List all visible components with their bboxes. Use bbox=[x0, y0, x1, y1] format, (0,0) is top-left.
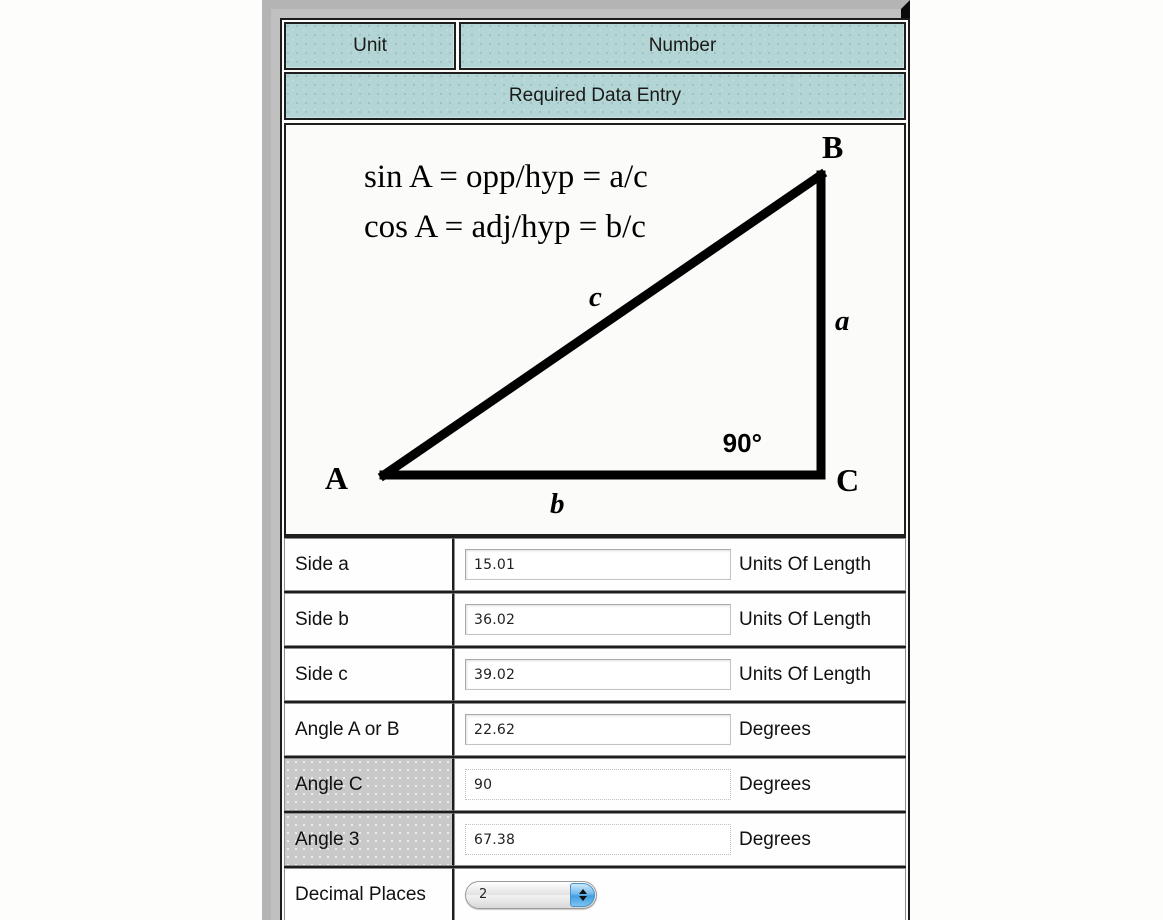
table-row: Angle C 90 Degrees bbox=[284, 756, 906, 811]
row-label-side-c: Side c bbox=[284, 648, 454, 701]
side-a-input[interactable]: 15.01 bbox=[465, 549, 731, 580]
vertex-label-c: C bbox=[836, 462, 859, 498]
row-label-decimal-places: Decimal Places bbox=[284, 868, 454, 920]
table-row: Side a 15.01 Units Of Length bbox=[284, 536, 906, 591]
header-number-label: Number bbox=[648, 35, 717, 56]
formula-cos: cos A = adj/hyp = b/c bbox=[364, 209, 646, 245]
row-value-angle-3: 67.38 Degrees bbox=[454, 813, 906, 866]
unit-label-angle-c: Degrees bbox=[739, 773, 811, 795]
label-text: Angle A or B bbox=[295, 718, 400, 740]
vertex-label-a: A bbox=[325, 460, 348, 496]
column-header-row: Unit Number bbox=[282, 20, 908, 72]
input-value: 90 bbox=[474, 776, 493, 793]
required-data-entry-banner: Required Data Entry bbox=[284, 72, 906, 120]
row-label-side-a: Side a bbox=[284, 538, 454, 591]
formula-sin: sin A = opp/hyp = a/c bbox=[364, 159, 648, 195]
unit-label-side-b: Units Of Length bbox=[739, 608, 872, 630]
side-label-a: a bbox=[835, 305, 850, 337]
label-text: Angle 3 bbox=[295, 828, 360, 850]
right-triangle-diagram: sin A = opp/hyp = a/c cos A = adj/hyp = … bbox=[284, 123, 906, 536]
row-value-angle-a-or-b: 22.62 Degrees bbox=[454, 703, 906, 756]
table-row: Side c 39.02 Units Of Length bbox=[284, 646, 906, 701]
row-label-side-b: Side b bbox=[284, 593, 454, 646]
header-unit-cell: Unit bbox=[284, 22, 456, 70]
angle-c-input[interactable]: 90 bbox=[465, 769, 731, 800]
decimal-places-value: 2 bbox=[479, 887, 488, 902]
side-c-input[interactable]: 39.02 bbox=[465, 659, 731, 690]
input-value: 36.02 bbox=[474, 611, 516, 628]
angle-3-input[interactable]: 67.38 bbox=[465, 824, 731, 855]
row-label-angle-a-or-b: Angle A or B bbox=[284, 703, 454, 756]
table-row: Angle A or B 22.62 Degrees bbox=[284, 701, 906, 756]
input-value: 67.38 bbox=[474, 831, 516, 848]
header-unit-label: Unit bbox=[353, 35, 387, 56]
row-value-side-b: 36.02 Units Of Length bbox=[454, 593, 906, 646]
unit-label-side-c: Units Of Length bbox=[739, 663, 872, 685]
angle-a-or-b-input[interactable]: 22.62 bbox=[465, 714, 731, 745]
row-label-angle-3: Angle 3 bbox=[284, 813, 454, 866]
page-root: Unit Number Required Data Entry sin A = … bbox=[0, 0, 1163, 920]
required-data-entry-label: Required Data Entry bbox=[508, 85, 682, 106]
input-value: 39.02 bbox=[474, 666, 516, 683]
label-text: Side b bbox=[295, 608, 349, 630]
calculator-panel: Unit Number Required Data Entry sin A = … bbox=[280, 18, 910, 920]
chevron-updown-icon[interactable] bbox=[570, 882, 595, 907]
side-label-c: c bbox=[589, 281, 602, 313]
right-angle-label: 90° bbox=[723, 428, 762, 458]
row-value-decimal-places: 2 bbox=[454, 868, 906, 920]
row-value-side-a: 15.01 Units Of Length bbox=[454, 538, 906, 591]
decimal-places-select[interactable]: 2 bbox=[465, 880, 597, 909]
label-text: Angle C bbox=[295, 773, 363, 795]
arrow-down-glyph bbox=[578, 895, 587, 901]
vertex-label-b: B bbox=[822, 129, 843, 165]
data-entry-rows: Side a 15.01 Units Of Length Side b 36.0… bbox=[284, 536, 906, 920]
header-number-cell: Number bbox=[459, 22, 906, 70]
table-row: Angle 3 67.38 Degrees bbox=[284, 811, 906, 866]
label-text: Side a bbox=[295, 553, 349, 575]
input-value: 15.01 bbox=[474, 556, 516, 573]
table-row: Decimal Places 2 bbox=[284, 866, 906, 920]
row-value-angle-c: 90 Degrees bbox=[454, 758, 906, 811]
row-value-side-c: 39.02 Units Of Length bbox=[454, 648, 906, 701]
input-value: 22.62 bbox=[474, 721, 516, 738]
triangle-svg: sin A = opp/hyp = a/c cos A = adj/hyp = … bbox=[325, 129, 859, 520]
label-text: Decimal Places bbox=[295, 883, 426, 905]
calculator-frame: Unit Number Required Data Entry sin A = … bbox=[262, 0, 910, 920]
arrow-up-glyph bbox=[578, 888, 587, 894]
unit-label-side-a: Units Of Length bbox=[739, 553, 872, 575]
side-b-input[interactable]: 36.02 bbox=[465, 604, 731, 635]
unit-label-angle-a-or-b: Degrees bbox=[739, 718, 811, 740]
table-row: Side b 36.02 Units Of Length bbox=[284, 591, 906, 646]
unit-label-angle-3: Degrees bbox=[739, 828, 811, 850]
side-label-b: b bbox=[550, 488, 565, 520]
row-label-angle-c: Angle C bbox=[284, 758, 454, 811]
label-text: Side c bbox=[295, 663, 348, 685]
